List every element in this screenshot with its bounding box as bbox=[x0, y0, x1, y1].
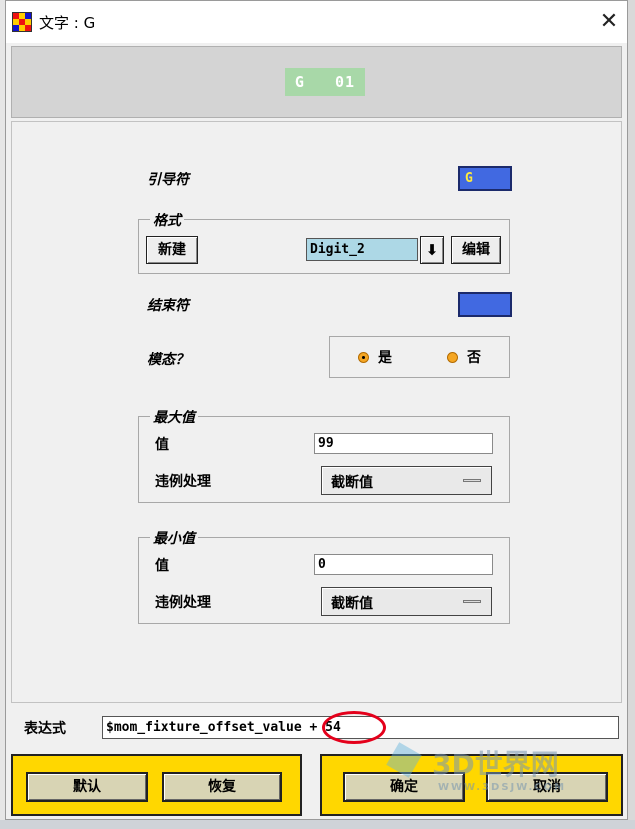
app-icon bbox=[12, 12, 32, 32]
trailer-color-swatch[interactable] bbox=[458, 292, 512, 317]
highlight-annotation-oval bbox=[322, 711, 386, 744]
dropdown-arrow-icon[interactable]: ⬇ bbox=[420, 236, 444, 264]
restore-button[interactable]: 恢复 bbox=[162, 772, 282, 802]
leader-value: G bbox=[465, 171, 473, 186]
max-value-label: 值 bbox=[155, 437, 169, 453]
main-panel: 引导符 G 格式 新建 Digit_2 ⬇ 编辑 结束符 模态？ 是 否 最大值… bbox=[11, 121, 622, 703]
max-value-input[interactable]: 99 bbox=[314, 433, 493, 454]
format-select[interactable]: Digit_2 bbox=[306, 238, 418, 261]
max-violation-value: 截断值 bbox=[331, 475, 373, 491]
min-violation-label: 违例处理 bbox=[155, 595, 211, 611]
max-violation-label: 违例处理 bbox=[155, 474, 211, 490]
radio-yes[interactable] bbox=[358, 352, 369, 363]
format-group-title: 格式 bbox=[150, 210, 184, 230]
new-format-button[interactable]: 新建 bbox=[146, 236, 198, 264]
min-value-input[interactable]: 0 bbox=[314, 554, 493, 575]
background-app-right bbox=[627, 0, 635, 829]
title-bar: 文字 : G ✕ bbox=[6, 1, 627, 43]
close-icon[interactable]: ✕ bbox=[594, 7, 624, 37]
trailer-label: 结束符 bbox=[147, 298, 189, 314]
min-violation-menu[interactable]: 截断值 bbox=[321, 587, 492, 616]
min-group-title: 最小值 bbox=[150, 528, 198, 548]
window-title: 文字 : G bbox=[39, 14, 96, 32]
leader-label: 引导符 bbox=[147, 172, 189, 188]
max-violation-menu[interactable]: 截断值 bbox=[321, 466, 492, 495]
edit-format-button[interactable]: 编辑 bbox=[451, 236, 501, 264]
modal-radio-group: 是 否 bbox=[329, 336, 510, 378]
min-value-label: 值 bbox=[155, 558, 169, 574]
expression-label: 表达式 bbox=[24, 721, 66, 737]
watermark-text: 3D世界网 bbox=[432, 748, 559, 781]
preview-band: G 01 bbox=[11, 46, 622, 118]
min-violation-value: 截断值 bbox=[331, 596, 373, 612]
max-group-title: 最大值 bbox=[150, 407, 198, 427]
watermark-url: WWW.3DSJW.COM bbox=[438, 782, 567, 793]
option-menu-indicator-icon bbox=[463, 479, 481, 482]
radio-no[interactable] bbox=[447, 352, 458, 363]
radio-no-label: 否 bbox=[467, 350, 481, 366]
dialog-window: 文字 : G ✕ G 01 引导符 G 格式 新建 Digit_2 ⬇ 编辑 结… bbox=[5, 0, 628, 820]
modal-label: 模态？ bbox=[147, 352, 189, 368]
default-button[interactable]: 默认 bbox=[26, 772, 148, 802]
radio-yes-label: 是 bbox=[378, 350, 392, 366]
leader-color-swatch[interactable]: G bbox=[458, 166, 512, 191]
background-app-bottom bbox=[0, 820, 635, 829]
footer-left-panel: 默认 恢复 bbox=[11, 754, 302, 816]
option-menu-indicator-icon bbox=[463, 600, 481, 603]
preview-text: G 01 bbox=[285, 68, 365, 96]
